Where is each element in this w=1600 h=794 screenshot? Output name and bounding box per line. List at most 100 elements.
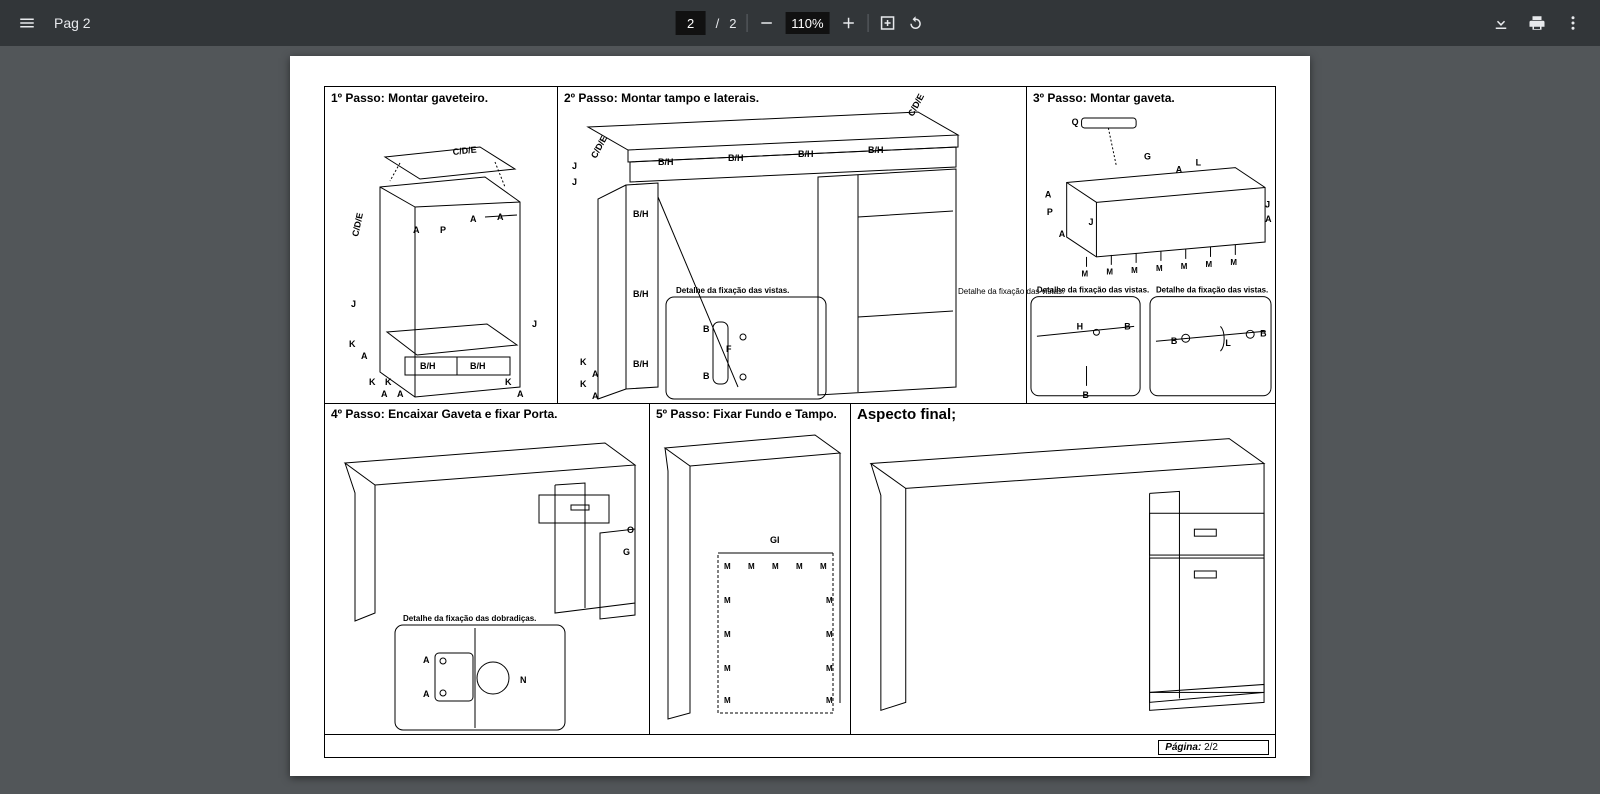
document-viewport[interactable]: 1º Passo: Montar gaveteiro. — [0, 46, 1600, 794]
svg-text:B/H: B/H — [658, 157, 674, 167]
svg-text:B/H: B/H — [420, 361, 436, 371]
step1-diagram: C/D/E C/D/E A A A P J J K A B/H B/H K A — [325, 87, 557, 403]
svg-text:B/H: B/H — [728, 153, 744, 163]
page-total: 2 — [729, 16, 736, 31]
panel-step4: 4º Passo: Encaixar Gaveta e fixar Porta. — [325, 403, 650, 735]
step2-diagram: B/H B/H B/H B/H C/D/E C/D/E J J B/H B/H … — [558, 87, 1026, 403]
document-title: Pag 2 — [54, 15, 91, 31]
svg-text:K: K — [580, 357, 587, 367]
svg-text:J: J — [1089, 217, 1094, 227]
svg-text:M: M — [724, 596, 731, 605]
svg-text:M: M — [724, 696, 731, 705]
svg-text:C/D/E: C/D/E — [906, 92, 926, 118]
svg-text:M: M — [1181, 262, 1188, 271]
svg-text:L: L — [1225, 338, 1231, 348]
svg-text:J: J — [572, 161, 577, 171]
svg-text:B/H: B/H — [633, 359, 649, 369]
svg-text:K: K — [505, 377, 512, 387]
svg-text:M: M — [1106, 268, 1113, 277]
svg-text:GI: GI — [770, 535, 780, 545]
svg-text:C/D/E: C/D/E — [452, 145, 477, 157]
svg-text:M: M — [796, 562, 803, 571]
svg-text:M: M — [1206, 260, 1213, 269]
svg-text:A: A — [413, 225, 420, 235]
svg-text:Q: Q — [1072, 117, 1079, 127]
page-label-value: 2/2 — [1204, 742, 1218, 753]
svg-text:K: K — [369, 377, 376, 387]
svg-text:B: B — [1124, 321, 1131, 331]
zoom-out-icon[interactable] — [757, 14, 775, 32]
more-vert-icon[interactable] — [1564, 14, 1582, 32]
svg-text:M: M — [1156, 264, 1163, 273]
svg-text:A: A — [470, 214, 477, 224]
svg-text:M: M — [826, 696, 833, 705]
svg-text:Detalhe da fixação das dobradi: Detalhe da fixação das dobradiças. — [403, 614, 536, 623]
svg-text:J: J — [1265, 199, 1270, 209]
svg-text:Detalhe da fixação das vistas.: Detalhe da fixação das vistas. — [1156, 286, 1268, 295]
svg-text:G: G — [1144, 152, 1151, 162]
svg-text:J: J — [532, 319, 537, 329]
svg-text:M: M — [1230, 258, 1237, 267]
svg-text:A: A — [1045, 189, 1052, 199]
rotate-icon[interactable] — [906, 14, 924, 32]
sheet-footer: Página: 2/2 — [325, 734, 1275, 757]
svg-text:B/H: B/H — [798, 149, 814, 159]
page-number-input[interactable] — [676, 11, 706, 35]
step4-diagram: O G Detalhe da fixação das dobradiças. A — [325, 403, 649, 735]
print-icon[interactable] — [1528, 14, 1546, 32]
zoom-in-icon[interactable] — [839, 14, 857, 32]
svg-text:A: A — [361, 351, 368, 361]
step5-diagram: GI M M M M M M M M M M M M M — [650, 403, 850, 735]
svg-text:B/H: B/H — [633, 289, 649, 299]
svg-text:A: A — [592, 369, 599, 379]
svg-text:B: B — [1171, 336, 1178, 346]
svg-text:M: M — [724, 562, 731, 571]
svg-text:A: A — [397, 389, 404, 399]
page-label-prefix: Página: — [1165, 742, 1201, 753]
svg-text:B/H: B/H — [470, 361, 486, 371]
svg-text:M: M — [748, 562, 755, 571]
svg-text:B: B — [703, 324, 710, 334]
svg-text:B: B — [1260, 328, 1267, 338]
svg-text:Detalhe da fixação das vistas.: Detalhe da fixação das vistas. — [1037, 286, 1149, 295]
svg-text:H: H — [1077, 321, 1083, 331]
fit-page-icon[interactable] — [878, 14, 896, 32]
svg-text:M: M — [1082, 270, 1089, 279]
svg-text:M: M — [826, 596, 833, 605]
svg-text:A: A — [381, 389, 388, 399]
svg-text:A: A — [423, 655, 430, 665]
final-diagram — [851, 403, 1275, 735]
svg-text:O: O — [627, 525, 634, 535]
svg-text:A: A — [497, 212, 504, 222]
svg-text:J: J — [351, 299, 356, 309]
svg-text:J: J — [572, 177, 577, 187]
svg-text:C/D/E: C/D/E — [350, 212, 365, 238]
page-separator: / — [716, 16, 720, 31]
svg-text:B/H: B/H — [633, 209, 649, 219]
svg-text:M: M — [826, 630, 833, 639]
menu-icon[interactable] — [18, 14, 36, 32]
toolbar-divider — [746, 14, 747, 32]
download-icon[interactable] — [1492, 14, 1510, 32]
svg-text:F: F — [726, 344, 732, 354]
svg-text:A: A — [1265, 214, 1272, 224]
svg-text:A: A — [1176, 165, 1183, 175]
svg-text:P: P — [1047, 207, 1053, 217]
zoom-level[interactable]: 110% — [785, 12, 829, 34]
svg-text:M: M — [724, 664, 731, 673]
page-label: Página: 2/2 — [1158, 740, 1269, 755]
panel-final: Aspecto final; — [851, 403, 1275, 735]
svg-text:M: M — [1131, 266, 1138, 275]
svg-text:B/H: B/H — [868, 145, 884, 155]
svg-text:P: P — [440, 225, 446, 235]
svg-text:L: L — [1196, 158, 1202, 168]
panel-step3: 3º Passo: Montar gaveta. — [1027, 87, 1275, 403]
svg-text:A: A — [592, 391, 599, 401]
svg-text:K: K — [580, 379, 587, 389]
toolbar-divider — [867, 14, 868, 32]
panel-step1: 1º Passo: Montar gaveteiro. — [325, 87, 558, 403]
panel-step2: 2º Passo: Montar tampo e laterais. — [558, 87, 1027, 403]
step3-diagram: Q G A L A P A J J A M M M M M — [1027, 87, 1275, 403]
svg-text:A: A — [423, 689, 430, 699]
svg-text:M: M — [820, 562, 827, 571]
